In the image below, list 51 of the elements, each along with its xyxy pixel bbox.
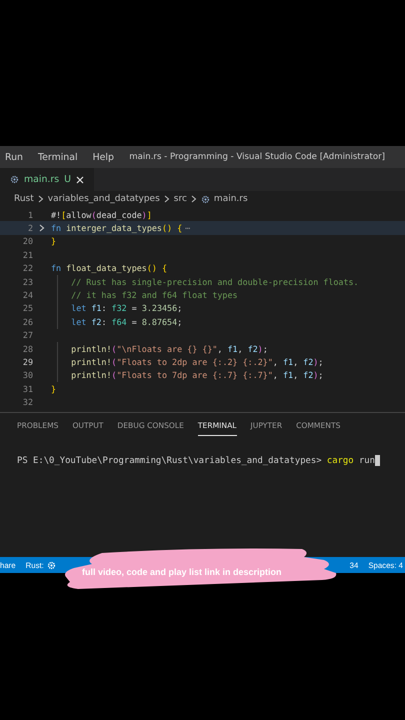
menu-item[interactable]: Terminal [32,152,83,162]
code-line: fn interger_data_types() { ⋯ [51,223,190,234]
code-line: println!("\nFloats are {} {}", f1, f2); [70,344,268,354]
line-number: 22 [22,263,33,274]
expand-chevron-icon[interactable] [39,224,45,232]
line-number: 23 [22,276,33,287]
line-number: 29 [22,356,33,367]
breadcrumb-item[interactable]: variables_and_datatypes [48,194,160,204]
line-number: 28 [22,344,33,354]
line-number: 30 [22,370,33,380]
window-title: main.rs - Programming - Visual Studio Code [Administrator] [129,152,385,162]
caption-text: full video, code and play list link in description [82,567,282,577]
chevron-icon [190,195,197,203]
code-line: // it has f32 and f64 float types [70,290,238,300]
line-number: 21 [22,250,33,260]
line-number: 25 [22,303,33,314]
code-line: let f2: f64 = 8.87654; [70,316,182,327]
line-number: 1 [26,210,33,220]
breadcrumb-item[interactable]: main.rs [214,194,248,204]
editor-tab[interactable]: main.rs U [0,168,94,191]
code-line: #![allow(dead_code)] [51,210,152,220]
line-number: 32 [22,397,33,408]
line-number: 31 [22,384,33,394]
terminal-prompt: PS E:\0_YouTube\Programming\Rust\variables_and_datatypes> [17,456,322,466]
close-icon[interactable] [76,176,84,184]
line-number: 2 [26,223,33,234]
line-number: 27 [22,330,33,340]
chevron-icon [164,195,170,203]
line-number: 24 [22,290,33,300]
line-number: 20 [22,236,33,246]
code-line: // Rust has single-precision and double-precision floats. [70,276,359,287]
rust-file-icon [200,194,210,204]
code-line: } [51,236,56,246]
code-line: println!("Floats to 7dp are {:.7} {:.7}", f1, f2); [70,370,324,380]
text-cursor [374,455,380,466]
rust-file-icon [10,175,19,184]
breadcrumb-item[interactable]: Rust [14,194,34,204]
code-line: println!("Floats to 2dp are {:.2} {:.2}", f1, f2); [70,356,324,367]
code-line: let f1: f32 = 3.23456; [70,303,182,314]
breadcrumb-item[interactable]: src [174,194,187,204]
tab-label: main.rs [24,174,60,185]
git-status: U [64,174,72,185]
line-number: 26 [22,316,33,327]
code-line: } [51,384,56,394]
gear-icon[interactable] [46,560,56,570]
menu-item[interactable]: Help [88,152,119,162]
terminal-argument: run [358,456,375,466]
terminal-command: cargo [326,456,354,466]
chevron-icon [38,195,44,203]
menu-item[interactable]: Run [0,152,28,162]
code-line: fn float_data_types() { [51,263,167,274]
